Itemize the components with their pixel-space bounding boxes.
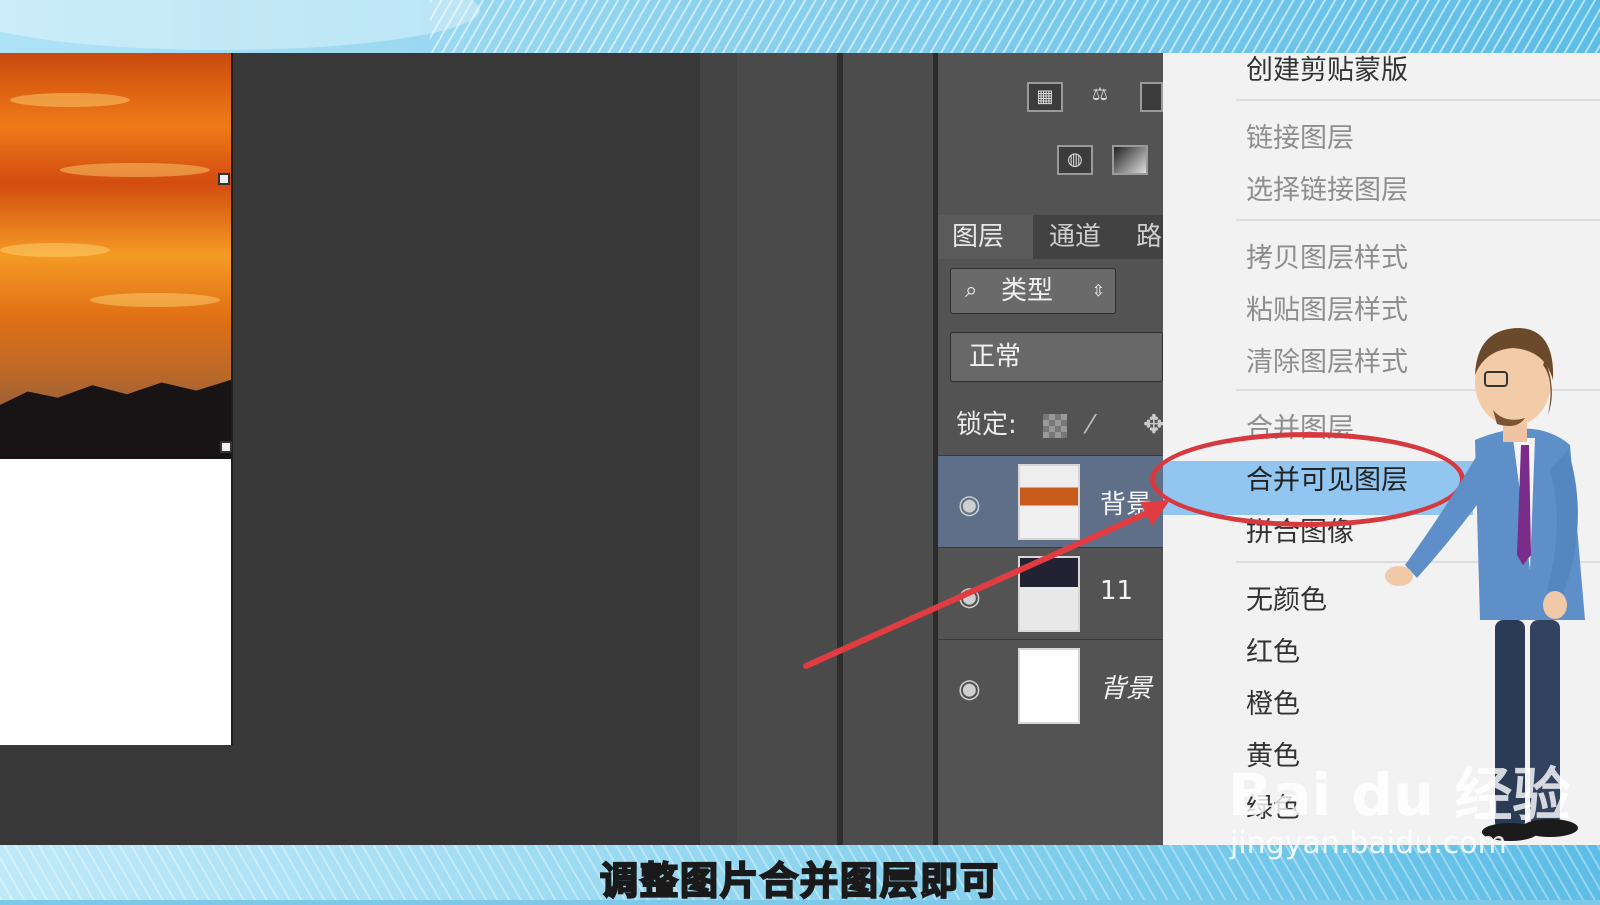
- move-lock-icon[interactable]: ✥: [1143, 400, 1165, 450]
- lock-row: 锁定: ⁄ ✥: [938, 400, 1165, 450]
- balance-icon[interactable]: ⚖: [1082, 82, 1118, 112]
- search-icon: ⌕: [965, 278, 978, 303]
- menu-item-orange[interactable]: 橙色: [1246, 682, 1300, 721]
- banner-swoosh: [0, 0, 480, 50]
- transform-handle[interactable]: [220, 441, 232, 453]
- updown-arrow-icon: ⇳: [1091, 281, 1105, 300]
- menu-item-create-clipping-mask[interactable]: 创建剪贴蒙版: [1246, 48, 1408, 87]
- tab-channels[interactable]: 通道: [1035, 215, 1130, 259]
- baidu-jingyan-watermark: Bai du 经验: [1228, 761, 1571, 829]
- tab-paths[interactable]: 路: [1132, 215, 1163, 259]
- video-subtitle: 调整图片合并图层即可: [599, 858, 1000, 904]
- brush-lock-icon[interactable]: ⁄: [1088, 400, 1092, 450]
- menu-separator: [1236, 99, 1600, 101]
- histogram-icon[interactable]: ▦: [1027, 82, 1063, 112]
- canvas-edge: [231, 53, 233, 745]
- filter-label: 类型: [1001, 276, 1054, 306]
- mountain-silhouette: [0, 379, 231, 459]
- panel-tabs: 图层 通道 路: [938, 215, 1163, 259]
- gradient-icon[interactable]: [1112, 145, 1148, 175]
- panel-divider: [700, 53, 737, 845]
- camera-icon[interactable]: ◍: [1057, 145, 1093, 175]
- blend-mode-select[interactable]: 正常: [950, 332, 1163, 382]
- menu-item-link-layers[interactable]: 链接图层: [1246, 116, 1354, 155]
- crop-icon[interactable]: [1140, 82, 1163, 112]
- canvas-white-area[interactable]: [0, 459, 233, 745]
- canvas-sunset-image[interactable]: [0, 53, 231, 459]
- menu-item-paste-layer-style[interactable]: 粘贴图层样式: [1246, 288, 1408, 327]
- menu-item-clear-layer-style[interactable]: 清除图层样式: [1246, 340, 1408, 379]
- menu-item-copy-layer-style[interactable]: 拷贝图层样式: [1246, 236, 1408, 275]
- annotation-arrow: [803, 500, 1170, 669]
- lock-label: 锁定:: [956, 410, 1017, 440]
- tab-layers[interactable]: 图层: [938, 215, 1033, 259]
- transform-handle[interactable]: [218, 173, 230, 185]
- top-frame-banner: [0, 0, 1600, 53]
- menu-item-select-linked-layers[interactable]: 选择链接图层: [1246, 168, 1408, 207]
- layer-filter-select[interactable]: ⌕ 类型 ⇳: [950, 268, 1116, 314]
- checker-lock-icon[interactable]: [1043, 414, 1067, 438]
- panel-dock: [737, 53, 837, 845]
- menu-separator: [1236, 219, 1600, 221]
- banner-stripes: [430, 0, 1600, 53]
- blend-mode-value: 正常: [969, 342, 1022, 372]
- panel-dock: [843, 53, 933, 845]
- menu-item-no-color[interactable]: 无颜色: [1246, 578, 1327, 617]
- menu-item-red[interactable]: 红色: [1246, 630, 1300, 669]
